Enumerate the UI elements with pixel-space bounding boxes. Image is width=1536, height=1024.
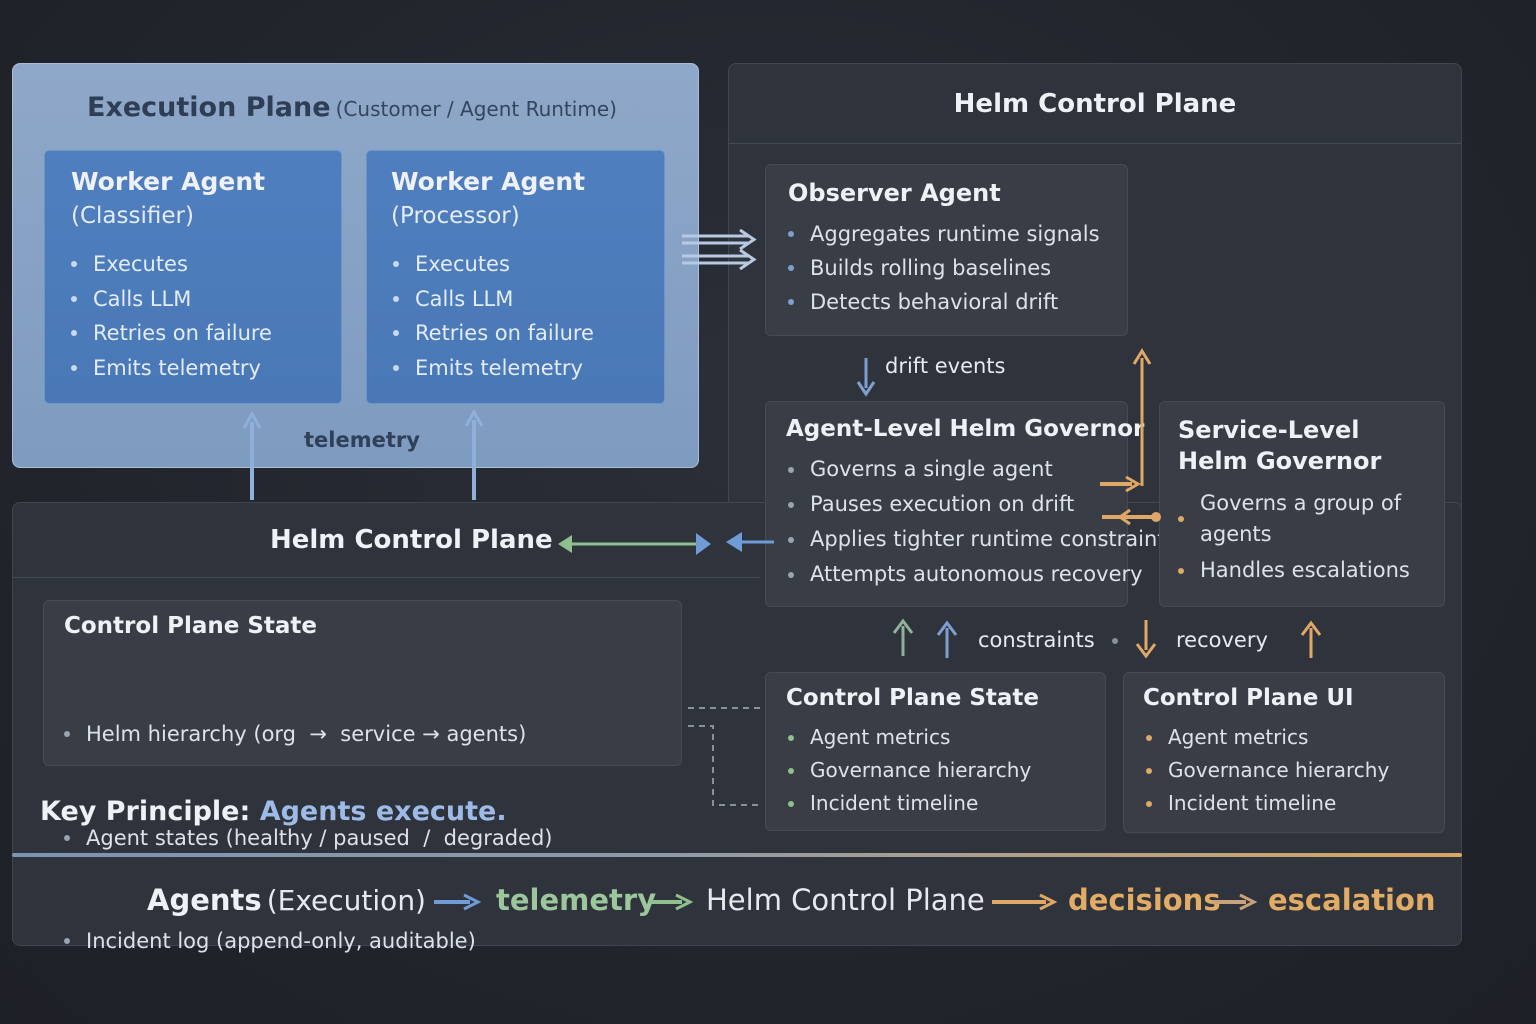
governor-to-helm-arrow [726,532,774,552]
constraints-arrow-2 [936,620,958,658]
constraints-arrow-1 [892,618,914,656]
escalation-up-arrow [1132,348,1152,486]
recovery-down-arrow [1135,620,1157,659]
recovery-up-arrow [1300,620,1322,658]
service-to-governor-arrow [1102,508,1161,526]
helm-bidirectional-arrow [558,533,711,555]
flow-arrow-3 [992,893,1058,911]
drift-events-arrow [856,358,876,397]
worker-to-observer-arrow [682,228,757,271]
flow-arrow-4 [1212,893,1258,911]
connectors-layer [242,228,1322,911]
flow-arrow-2 [650,893,694,911]
flow-arrow-1 [434,893,482,911]
telemetry-arrow-left [242,410,262,500]
governor-to-service-arrow [1100,475,1141,493]
telemetry-arrow-right [464,408,484,500]
state-dashed-connector [688,707,762,806]
